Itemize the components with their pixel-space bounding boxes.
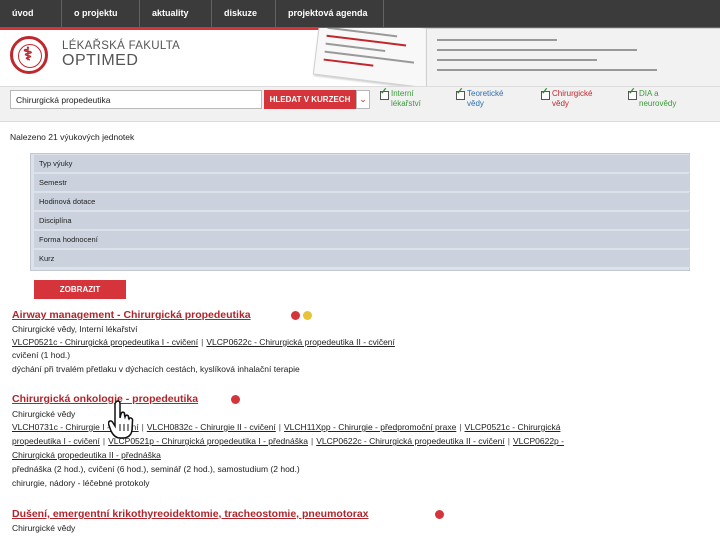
result-title[interactable]: Dušení, emergentní krikothyreoidektomie,… — [12, 508, 369, 520]
results-count: Nalezeno 21 výukových jednotek — [10, 132, 135, 142]
red-dot-icon — [231, 395, 240, 404]
result-keywords: dýchání při trvalém přetlaku v dýchacích… — [12, 364, 300, 374]
faculty-name: LÉKAŘSKÁ FAKULTA — [62, 40, 181, 52]
red-dot-icon — [291, 311, 300, 320]
nav-item-agenda[interactable]: projektová agenda — [276, 0, 384, 27]
course-link[interactable]: VLCH11Xpp - Chirurgie - předpromoční pra… — [284, 422, 456, 432]
check-icon: ✓ — [628, 86, 636, 96]
result-courses-line-3: Chirurgická propedeutika II - přednáška — [12, 450, 161, 460]
filter-row-discipline[interactable]: Disciplína — [34, 212, 690, 230]
nav-item-discussion[interactable]: diskuze — [212, 0, 276, 27]
course-link[interactable]: VLCH0832c - Chirurgie II - cvičení — [147, 422, 276, 432]
course-link[interactable]: VLCP0521c - Chirurgická propedeutika I -… — [12, 337, 198, 347]
course-link[interactable]: VLCP0521p - Chirurgická propedeutika I -… — [108, 436, 308, 446]
search-dropdown[interactable]: ⌄ — [356, 90, 370, 109]
optimed-title: OPTIMED — [62, 52, 139, 69]
red-dot-icon — [435, 510, 444, 519]
result-title[interactable]: Airway management - Chirurgická propedeu… — [12, 309, 251, 321]
course-link[interactable]: VLCP0622c - Chirurgická propedeutika II … — [316, 436, 505, 446]
check-icon: ✓ — [380, 86, 388, 96]
result-courses: VLCP0521c - Chirurgická propedeutika I -… — [12, 337, 395, 347]
filter-row-type[interactable]: Typ výuky — [34, 155, 690, 173]
result-keywords: chirurgie, nádory - léčebné protokoly — [12, 478, 150, 488]
page: úvod o projektu aktuality diskuze projek… — [0, 0, 720, 540]
nav-item-home[interactable]: úvod — [0, 0, 62, 27]
result-courses-line-1: VLCH0731c - Chirurgie I - cvičení | VLCH08… — [12, 422, 561, 432]
search-button[interactable]: HLEDAT V KURZECH — [264, 90, 356, 109]
search-input[interactable] — [10, 90, 262, 109]
result-hours: přednáška (2 hod.), cvičení (6 hod.), se… — [12, 464, 300, 474]
course-link[interactable]: Chirurgická propedeutika II - přednáška — [12, 450, 161, 460]
check-icon: ✓ — [456, 86, 464, 96]
result-hours: cvičení (1 hod.) — [12, 350, 71, 360]
header-decoration — [306, 28, 720, 86]
filter-row-assessment[interactable]: Forma hodnocení — [34, 231, 690, 249]
chevron-down-icon: ⌄ — [359, 94, 367, 104]
nav-item-news[interactable]: aktuality — [140, 0, 212, 27]
show-button[interactable]: ZOBRAZIT — [34, 280, 126, 299]
filter-row-hours[interactable]: Hodinová dotace — [34, 193, 690, 211]
result-courses-line-2: propedeutika I - cvičení | VLCP0521p - Chi… — [12, 436, 564, 446]
faculty-logo[interactable]: ⚕ — [10, 36, 48, 74]
result-categories: Chirurgické vědy, Interní lékařství — [12, 324, 138, 334]
result-categories: Chirurgické vědy — [12, 523, 76, 533]
course-link[interactable]: VLCP0521c - Chirurgická — [465, 422, 561, 432]
check-icon: ✓ — [541, 86, 549, 96]
nav-item-about[interactable]: o projektu — [62, 0, 140, 27]
filter-row-course[interactable]: Kurz — [34, 250, 690, 268]
yellow-dot-icon — [303, 311, 312, 320]
filter-row-semester[interactable]: Semestr — [34, 174, 690, 192]
course-link[interactable]: VLCP0622p - — [513, 436, 564, 446]
course-link[interactable]: propedeutika I - cvičení — [12, 436, 100, 446]
course-link[interactable]: VLCP0622c - Chirurgická propedeutika II … — [206, 337, 395, 347]
result-categories: Chirurgické vědy — [12, 409, 76, 419]
result-title[interactable]: Chirurgická onkologie - propedeutika — [12, 393, 198, 405]
hand-cursor-icon — [108, 400, 134, 439]
paper-sheet-2 — [426, 28, 720, 86]
paper-sheet-1 — [312, 28, 442, 86]
top-nav: úvod o projektu aktuality diskuze projek… — [0, 0, 720, 30]
